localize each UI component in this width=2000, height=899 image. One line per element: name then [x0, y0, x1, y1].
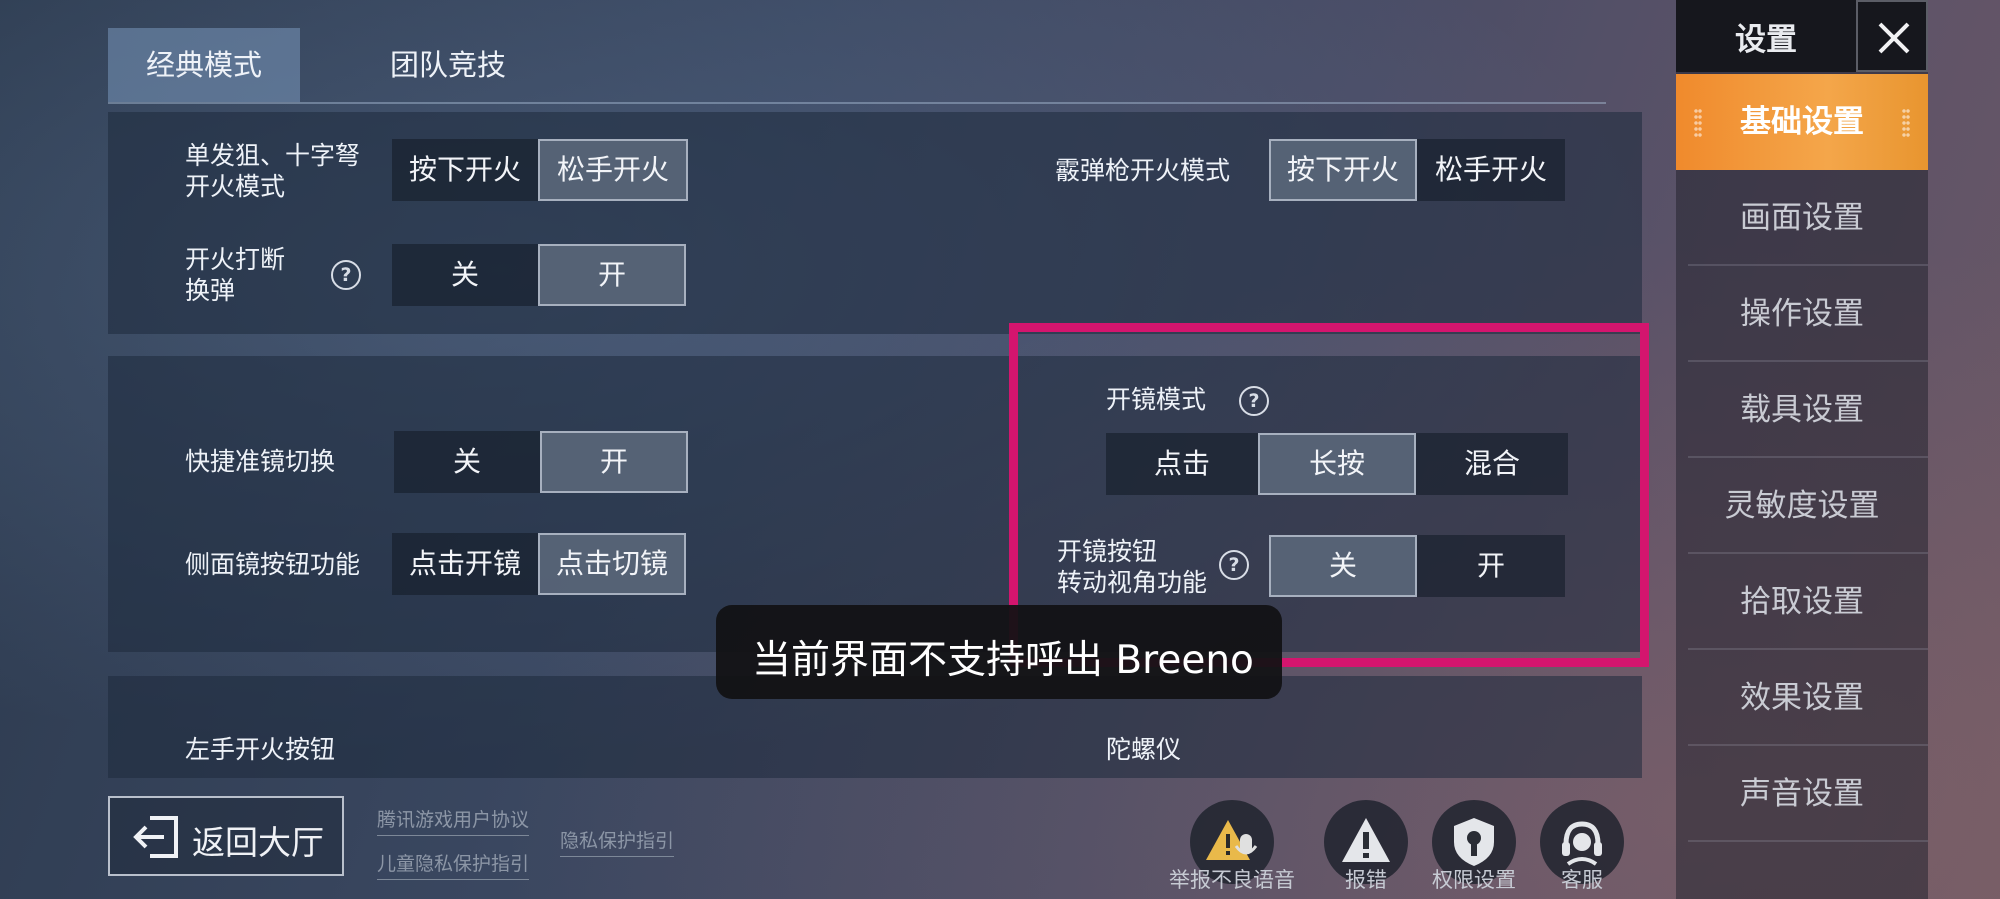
toast-text: 当前界面不支持呼出 Breeno	[752, 638, 1254, 683]
fire-interrupt-toggle: 关 开	[392, 244, 686, 306]
quick-scope-switch-label: 快捷准镜切换	[185, 447, 336, 476]
settings-sidebar: 设置 基础设置 画面设置 操作设置 载具设置 灵敏度设置 拾取设置 效果设置 声…	[1676, 0, 1928, 899]
close-button[interactable]	[1856, 0, 1928, 72]
tencent-user-agreement-link[interactable]: 腾讯游戏用户协议	[377, 805, 530, 836]
side-scope-button-label: 侧面镜按钮功能	[185, 550, 361, 579]
fire-interrupt-help-icon[interactable]: ?	[331, 260, 361, 290]
quick-scope-on-option[interactable]: 开	[540, 431, 688, 493]
sidebar-item-effect-settings[interactable]: 效果设置	[1676, 650, 1928, 746]
grip-right-icon	[1902, 108, 1910, 138]
sniper-fire-mode-label: 单发狙、十字弩 开火模式	[185, 141, 361, 201]
permission-settings-label: 权限设置	[1432, 868, 1516, 892]
sniper-fire-mode-toggle: 按下开火 松手开火	[392, 139, 688, 201]
side-scope-tap-open-option[interactable]: 点击开镜	[392, 533, 538, 595]
tab-classic-mode[interactable]: 经典模式	[108, 28, 300, 102]
side-scope-tap-switch-option[interactable]: 点击切镜	[538, 533, 686, 595]
sidebar-item-sound-settings[interactable]: 声音设置	[1676, 746, 1928, 842]
close-icon	[1878, 22, 1910, 54]
headset-icon	[1562, 821, 1602, 866]
report-bug-label: 报错	[1345, 868, 1387, 892]
sidebar-item-sensitivity-settings[interactable]: 灵敏度设置	[1676, 458, 1928, 554]
back-to-lobby-button[interactable]: 返回大厅	[108, 796, 344, 876]
sidebar-header: 设置	[1676, 0, 1928, 72]
warning-icon	[1342, 818, 1390, 862]
fire-interrupt-on-option[interactable]: 开	[538, 244, 686, 306]
exit-icon	[133, 816, 178, 858]
fire-interrupt-reload-label: 开火打断 换弹	[185, 245, 286, 305]
shotgun-fire-mode-toggle: 按下开火 松手开火	[1269, 139, 1565, 201]
customer-service-label: 客服	[1561, 868, 1603, 892]
child-privacy-link[interactable]: 儿童隐私保护指引	[377, 849, 530, 880]
sniper-release-fire-option[interactable]: 松手开火	[538, 139, 688, 201]
shotgun-fire-mode-label: 霰弹枪开火模式	[1055, 156, 1231, 185]
quick-scope-off-option[interactable]: 关	[394, 431, 540, 493]
sidebar-item-pickup-settings[interactable]: 拾取设置	[1676, 554, 1928, 650]
grip-left-icon	[1694, 108, 1702, 138]
shield-icon	[1454, 818, 1494, 866]
fire-interrupt-off-option[interactable]: 关	[392, 244, 538, 306]
sidebar-item-basic-settings[interactable]: 基础设置	[1676, 74, 1928, 170]
settings-title: 设置	[1735, 22, 1797, 58]
sidebar-item-control-settings[interactable]: 操作设置	[1676, 266, 1928, 362]
report-voice-label: 举报不良语音	[1169, 868, 1295, 892]
shotgun-release-fire-option[interactable]: 松手开火	[1417, 139, 1565, 201]
shotgun-press-fire-option[interactable]: 按下开火	[1269, 139, 1417, 201]
side-scope-button-toggle: 点击开镜 点击切镜	[392, 533, 686, 595]
toast-notification: 当前界面不支持呼出 Breeno	[716, 605, 1282, 699]
privacy-guide-link[interactable]: 隐私保护指引	[560, 826, 675, 857]
report-voice-icon	[1206, 820, 1258, 860]
sniper-press-fire-option[interactable]: 按下开火	[392, 139, 538, 201]
sidebar-item-vehicle-settings[interactable]: 载具设置	[1676, 362, 1928, 458]
tab-team-deathmatch[interactable]: 团队竞技	[348, 28, 548, 102]
sidebar-item-graphics-settings[interactable]: 画面设置	[1676, 170, 1928, 266]
gyroscope-label: 陀螺仪	[1106, 735, 1182, 764]
left-fire-button-label: 左手开火按钮	[185, 735, 336, 764]
fire-settings-panel: 单发狙、十字弩 开火模式 按下开火 松手开火 霰弹枪开火模式 按下开火 松手开火 …	[108, 112, 1642, 334]
mode-tabs: 经典模式 团队竞技	[108, 28, 1606, 104]
quick-scope-switch-toggle: 关 开	[394, 431, 688, 493]
